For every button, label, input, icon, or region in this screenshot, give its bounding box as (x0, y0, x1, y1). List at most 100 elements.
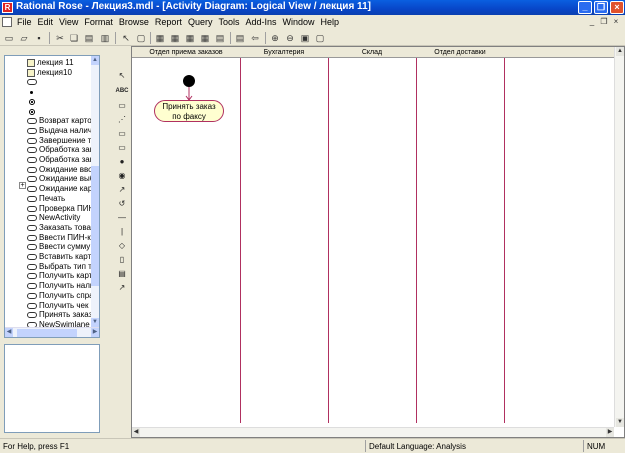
diagram-scroll-down-icon[interactable]: ▼ (616, 418, 624, 427)
tree-item[interactable]: Ввести сумму (27, 242, 99, 252)
tree-item[interactable]: NewActivity (27, 213, 99, 223)
tree-item[interactable]: Выбрать тип транзакции (27, 262, 99, 272)
note-icon[interactable]: ▭ (115, 100, 129, 112)
activity-diagram-canvas[interactable]: Отдел приема заказов Бухгалтерия Склад О… (131, 46, 625, 438)
menu-browse[interactable]: Browse (116, 16, 152, 29)
swimlane-label-orders[interactable]: Отдел приема заказов (132, 48, 240, 57)
tree-item[interactable]: Обработка запроса (27, 155, 99, 165)
start-state-tool-icon[interactable]: ● (115, 156, 129, 168)
anchor-note-icon[interactable]: ⋰ (115, 114, 129, 126)
tree-item[interactable]: Заказать товар (27, 223, 99, 233)
browser-hscroll-thumb[interactable] (17, 329, 77, 337)
vertical-sync-icon[interactable]: | (115, 226, 129, 238)
tree-item[interactable]: Ожидание ввода (27, 165, 99, 175)
print-icon[interactable]: ▥ (99, 32, 111, 44)
menu-report[interactable]: Report (152, 16, 185, 29)
tree-item[interactable]: Проверка ПИН-кода (27, 204, 99, 214)
diagram-scroll-right-icon[interactable]: ▶ (606, 428, 614, 437)
tree-item[interactable]: лекция 11 (27, 58, 99, 68)
scroll-right-arrow-icon[interactable]: ▶ (91, 328, 99, 337)
tree-item[interactable]: Ожидание выбора (27, 174, 99, 184)
browse-deployment-diagram-icon[interactable]: ▦ (199, 32, 211, 44)
documentation-panel[interactable] (4, 344, 100, 433)
browse-interaction-diagram-icon[interactable]: ▦ (169, 32, 181, 44)
undo-fit-icon[interactable]: ▢ (314, 32, 326, 44)
diagram-horizontal-scrollbar[interactable]: ◀ ▶ (132, 427, 614, 437)
zoom-in-icon[interactable]: ⊕ (269, 32, 281, 44)
swimlane-divider[interactable] (504, 58, 505, 423)
context-help-icon[interactable]: ↖ (120, 32, 132, 44)
open-folder-icon[interactable]: ▱ (18, 32, 30, 44)
zoom-out-icon[interactable]: ⊖ (284, 32, 296, 44)
tree-item[interactable]: Печать (27, 194, 99, 204)
end-state-tool-icon[interactable]: ◉ (115, 170, 129, 182)
browse-parent-icon[interactable]: ▤ (214, 32, 226, 44)
mdi-minimize-icon[interactable]: _ (587, 17, 597, 27)
tree-item[interactable]: Получить справку (27, 291, 99, 301)
cut-icon[interactable]: ✂ (54, 32, 66, 44)
mdi-restore-icon[interactable]: ❐ (599, 17, 609, 27)
new-file-icon[interactable]: ▭ (3, 32, 15, 44)
tree-item[interactable] (27, 107, 99, 117)
tree-item[interactable]: Ввести ПИН-код (27, 233, 99, 243)
tree-item[interactable]: Вставить карточку (27, 252, 99, 262)
browse-component-diagram-icon[interactable]: ▦ (184, 32, 196, 44)
paste-icon[interactable]: ▤ (83, 32, 95, 44)
swimlane-label-warehouse[interactable]: Склад (328, 48, 416, 57)
decision-icon[interactable]: ◇ (115, 240, 129, 252)
menu-addins[interactable]: Add-Ins (242, 16, 279, 29)
swimlane-divider[interactable] (416, 58, 417, 423)
menu-view[interactable]: View (56, 16, 81, 29)
tree-item[interactable]: Выдача наличных (27, 126, 99, 136)
tree-expander-plus-icon[interactable]: + (19, 182, 26, 189)
tree-item[interactable]: Принять заказ по факсу (27, 310, 99, 320)
fit-in-window-icon[interactable]: ▣ (299, 32, 311, 44)
menu-tools[interactable]: Tools (215, 16, 242, 29)
state-transition-icon[interactable]: ↗ (115, 184, 129, 196)
tree-item[interactable] (27, 77, 99, 87)
menu-help[interactable]: Help (318, 16, 343, 29)
selection-arrow-icon[interactable]: ↖ (115, 70, 129, 82)
state-tool-icon[interactable]: ▭ (115, 128, 129, 140)
menu-format[interactable]: Format (81, 16, 116, 29)
copy-icon[interactable]: ❏ (68, 32, 80, 44)
menu-edit[interactable]: Edit (35, 16, 57, 29)
scroll-left-arrow-icon[interactable]: ◀ (5, 328, 13, 337)
menu-query[interactable]: Query (185, 16, 216, 29)
mdi-close-icon[interactable]: × (611, 17, 621, 27)
browser-scroll-thumb[interactable] (91, 166, 99, 286)
tree-item[interactable] (27, 87, 99, 97)
activity-node[interactable]: Принять заказ по факсу (154, 100, 224, 122)
start-state-node[interactable] (183, 75, 195, 87)
tree-item[interactable]: Получить чек (27, 301, 99, 311)
save-icon[interactable]: ▪ (33, 32, 45, 44)
diagram-vertical-scrollbar[interactable]: ▲ ▼ (614, 47, 624, 427)
swimlane-label-accounting[interactable]: Бухгалтерия (240, 48, 328, 57)
close-button[interactable]: × (610, 1, 624, 14)
tree-item[interactable]: Получить карточку (27, 271, 99, 281)
back-arrow-icon[interactable]: ⇦ (249, 32, 261, 44)
object-flow-icon[interactable]: ↗ (115, 282, 129, 294)
swimlane-icon[interactable]: ▯ (115, 254, 129, 266)
menu-file[interactable]: File (14, 16, 35, 29)
activity-tool-icon[interactable]: ▭ (115, 142, 129, 154)
tree-item[interactable] (27, 97, 99, 107)
menu-window[interactable]: Window (280, 16, 318, 29)
browser-horizontal-scrollbar[interactable]: ◀ ▶ (5, 327, 99, 337)
scroll-up-arrow-icon[interactable]: ▲ (91, 56, 99, 65)
swimlane-divider[interactable] (240, 58, 241, 423)
browser-vertical-scrollbar[interactable]: ▲ ▼ (91, 56, 99, 327)
model-browser-panel[interactable]: лекция 11 лекция10 Возврат карточки Выдача … (4, 55, 100, 338)
minimize-button[interactable]: _ (578, 1, 592, 14)
transition-arrow[interactable] (183, 87, 195, 101)
tree-item[interactable]: Обработка запроса (27, 145, 99, 155)
text-box-icon[interactable]: ABC (115, 85, 129, 97)
diagram-scroll-up-icon[interactable]: ▲ (616, 47, 624, 56)
diagram-scroll-left-icon[interactable]: ◀ (132, 428, 140, 437)
browse-class-diagram-icon[interactable]: ▦ (154, 32, 166, 44)
maximize-button[interactable]: ❐ (594, 1, 608, 14)
rational-rose-icon[interactable]: R (2, 2, 13, 13)
transition-to-self-icon[interactable]: ↺ (115, 198, 129, 210)
tree-item[interactable]: Ожидание карточки (27, 184, 99, 194)
browse-previous-diagram-icon[interactable]: ▤ (234, 32, 246, 44)
